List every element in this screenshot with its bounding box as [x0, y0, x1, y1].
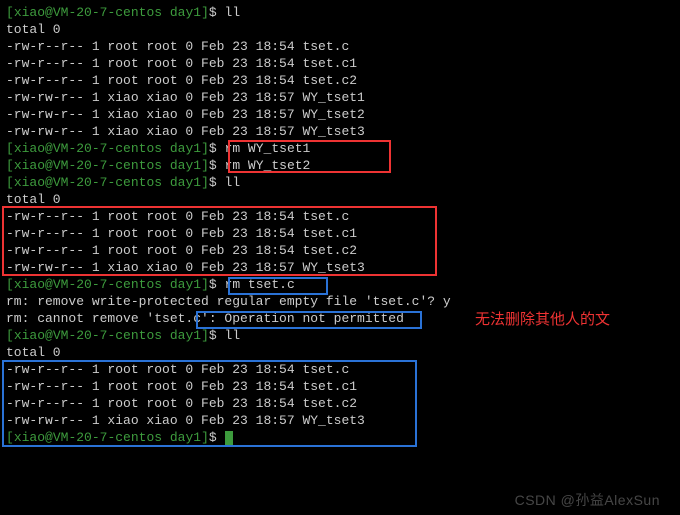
- file-row: -rw-rw-r-- 1 xiao xiao 0 Feb 23 18:57 WY…: [6, 89, 674, 106]
- file-row: -rw-rw-r-- 1 xiao xiao 0 Feb 23 18:57 WY…: [6, 259, 674, 276]
- prompt-line: [xiao@VM-20-7-centos day1]$ ll: [6, 327, 674, 344]
- cursor-icon: [225, 431, 233, 445]
- file-row: -rw-r--r-- 1 root root 0 Feb 23 18:54 ts…: [6, 72, 674, 89]
- file-row: -rw-r--r-- 1 root root 0 Feb 23 18:54 ts…: [6, 242, 674, 259]
- prompt-line: [xiao@VM-20-7-centos day1]$ ll: [6, 174, 674, 191]
- file-row: -rw-r--r-- 1 root root 0 Feb 23 18:54 ts…: [6, 395, 674, 412]
- file-row: -rw-r--r-- 1 root root 0 Feb 23 18:54 ts…: [6, 38, 674, 55]
- file-row: -rw-r--r-- 1 root root 0 Feb 23 18:54 ts…: [6, 208, 674, 225]
- prompt-line: [xiao@VM-20-7-centos day1]$ rm WY_tset2: [6, 157, 674, 174]
- file-row: -rw-r--r-- 1 root root 0 Feb 23 18:54 ts…: [6, 55, 674, 72]
- prompt-line: [xiao@VM-20-7-centos day1]$ rm WY_tset1: [6, 140, 674, 157]
- file-row: -rw-r--r-- 1 root root 0 Feb 23 18:54 ts…: [6, 225, 674, 242]
- file-row: -rw-rw-r-- 1 xiao xiao 0 Feb 23 18:57 WY…: [6, 106, 674, 123]
- watermark: CSDN @孙益AlexSun: [515, 492, 660, 509]
- terminal[interactable]: [xiao@VM-20-7-centos day1]$ ll total 0 -…: [6, 4, 674, 446]
- annotation-text: 无法删除其他人的文: [475, 311, 610, 328]
- file-row: -rw-rw-r-- 1 xiao xiao 0 Feb 23 18:57 WY…: [6, 412, 674, 429]
- prompt-line: [xiao@VM-20-7-centos day1]$ rm tset.c: [6, 276, 674, 293]
- total-line: total 0: [6, 191, 674, 208]
- rm-confirm: rm: remove write-protected regular empty…: [6, 293, 674, 310]
- file-row: -rw-r--r-- 1 root root 0 Feb 23 18:54 ts…: [6, 361, 674, 378]
- prompt-line: [xiao@VM-20-7-centos day1]$ ll: [6, 4, 674, 21]
- prompt-line: [xiao@VM-20-7-centos day1]$: [6, 429, 674, 446]
- total-line: total 0: [6, 344, 674, 361]
- file-row: -rw-rw-r-- 1 xiao xiao 0 Feb 23 18:57 WY…: [6, 123, 674, 140]
- total-line: total 0: [6, 21, 674, 38]
- file-row: -rw-r--r-- 1 root root 0 Feb 23 18:54 ts…: [6, 378, 674, 395]
